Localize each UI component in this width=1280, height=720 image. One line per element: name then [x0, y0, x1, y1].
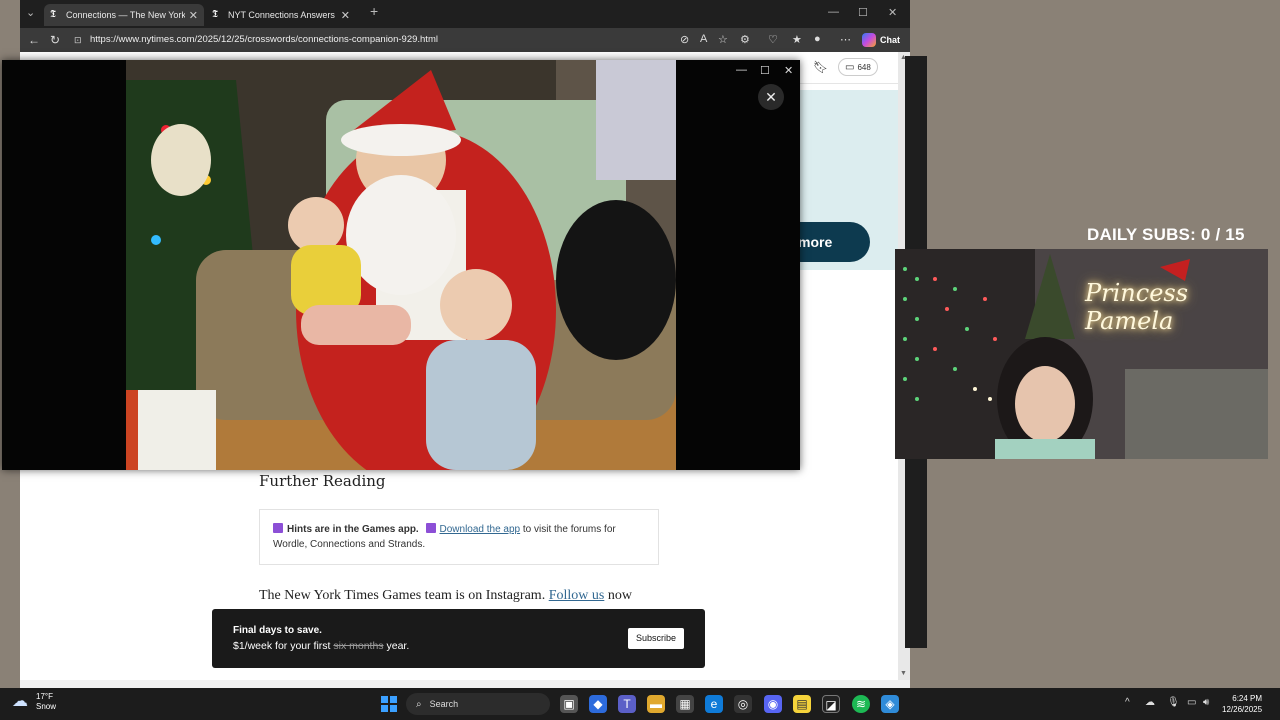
network-app-icon[interactable]: ☁: [1145, 697, 1155, 708]
close-tab-icon[interactable]: ✕: [341, 9, 350, 22]
system-clock[interactable]: 6:24 PM 12/26/2025: [1222, 693, 1262, 715]
obs-icon[interactable]: ◎: [734, 695, 752, 713]
read-aloud-icon[interactable]: A: [700, 33, 707, 45]
tab-nyt-answers[interactable]: 𝕿 NYT Connections Answers for December 2…: [206, 4, 356, 26]
tab-connections[interactable]: 𝕿 Connections — The New York Times ✕: [44, 4, 204, 26]
purple-square-icon: [273, 523, 283, 533]
weather-temp: 17°F: [36, 692, 53, 701]
tab-list-icon[interactable]: ⌄: [26, 6, 35, 19]
teams-icon[interactable]: T: [618, 695, 636, 713]
clock-time: 6:24 PM: [1232, 694, 1263, 703]
purple-square-icon: [425, 523, 436, 533]
subscribe-button[interactable]: Subscribe: [628, 628, 684, 649]
instagram-line: The New York Times Games team is on Inst…: [259, 588, 632, 604]
minimize-icon[interactable]: —: [828, 6, 839, 18]
santa-photo: [126, 60, 676, 470]
url-field[interactable]: ⊡ https://www.nytimes.com/2025/12/25/cro…: [74, 31, 674, 49]
new-tab-icon[interactable]: +: [370, 3, 378, 19]
extensions-icon[interactable]: ⚙: [740, 33, 750, 46]
search-placeholder: Search: [429, 699, 459, 709]
microphone-icon[interactable]: 🎙︎: [1167, 697, 1180, 708]
search-icon: ⌕: [416, 698, 422, 710]
taskbar: ☁ 17°F Snow ⌕ Search ▣ ◆ T ▬ ▦ e ◎ ◉ ▤ ◪…: [0, 688, 1280, 720]
insta-text: The New York Times Games team is on Inst…: [259, 588, 546, 603]
insta-text-end: now: [607, 588, 632, 603]
weather-widget[interactable]: ☁ 17°F Snow: [12, 692, 56, 712]
comments-button[interactable]: ▭ 648: [838, 58, 878, 76]
sale-title: Final days to save.: [233, 625, 322, 636]
address-bar: ← ↻ ⊡ https://www.nytimes.com/2025/12/25…: [20, 28, 910, 52]
close-window-icon[interactable]: ✕: [888, 6, 897, 19]
photo-maximize-icon[interactable]: ☐: [760, 64, 770, 77]
spotify-icon[interactable]: ≋: [852, 695, 870, 713]
weather-condition: Snow: [36, 702, 57, 711]
tab-title: NYT Connections Answers for December 25: [228, 10, 337, 20]
lightbox-close-button[interactable]: ✕: [758, 84, 784, 110]
maximize-icon[interactable]: ☐: [858, 6, 868, 19]
further-reading-heading: Further Reading: [259, 472, 386, 490]
close-tab-icon[interactable]: ✕: [189, 9, 198, 22]
store-icon[interactable]: ▦: [676, 695, 694, 713]
sale-banner: Final days to save. $1/week for your fir…: [212, 609, 705, 668]
download-app-link[interactable]: Download the app: [440, 524, 521, 535]
copilot-app-icon[interactable]: ◆: [589, 695, 607, 713]
task-view-icon[interactable]: ▣: [560, 695, 578, 713]
tracking-icon[interactable]: ⊘: [680, 33, 689, 46]
site-info-icon[interactable]: ⊡: [74, 31, 82, 49]
snow-cloud-icon: ☁: [12, 693, 28, 710]
photo-viewer-window: — ☐ ✕ ✕: [2, 60, 800, 470]
comment-bubble-icon: ▭: [845, 61, 855, 73]
sale-price: $1/week for your first six months year.: [233, 640, 409, 652]
price-text-end: year.: [386, 640, 410, 652]
start-button[interactable]: [381, 696, 397, 712]
bookmark-icon[interactable]: 🔖︎: [813, 60, 828, 74]
daily-subs-counter: DAILY SUBS: 0 / 15: [1087, 225, 1245, 244]
more-menu-icon[interactable]: ⋯: [840, 33, 851, 46]
photo-minimize-icon[interactable]: —: [736, 64, 747, 76]
nyt-favicon-icon: 𝕿: [212, 9, 219, 20]
capcut-icon[interactable]: ◪: [822, 695, 840, 713]
taskbar-search[interactable]: ⌕ Search: [406, 693, 550, 715]
clock-date: 12/26/2025: [1222, 705, 1263, 714]
hint-box: Hints are in the Games app. Download the…: [259, 509, 659, 565]
tab-bar: ⌄ 𝕿 Connections — The New York Times ✕ 𝕿…: [20, 0, 910, 28]
cam-neon-sign: Princess Pamela: [1085, 279, 1189, 335]
favorite-icon[interactable]: ☆: [718, 33, 728, 46]
scroll-down-icon[interactable]: ▼: [900, 670, 907, 677]
follow-us-link[interactable]: Follow us: [549, 588, 605, 603]
profile-icon[interactable]: ●: [814, 33, 821, 45]
price-text: $1/week for your first: [233, 640, 331, 652]
file-explorer-icon[interactable]: ▬: [647, 695, 665, 713]
url-text: https://www.nytimes.com/2025/12/25/cross…: [90, 34, 438, 45]
webcam-feed: Princess Pamela: [895, 249, 1268, 459]
price-strike: six months: [333, 640, 384, 652]
hint-bold: Hints are in the Games app.: [287, 524, 419, 535]
edge-icon[interactable]: e: [705, 695, 723, 713]
volume-icon[interactable]: 🔊︎: [1203, 697, 1209, 708]
display-icon[interactable]: ▭: [1187, 697, 1196, 708]
chat-label: Chat: [880, 35, 900, 45]
photo-close-window-icon[interactable]: ✕: [784, 64, 793, 77]
back-icon[interactable]: ←: [28, 33, 40, 47]
app-icon[interactable]: ◈: [881, 695, 899, 713]
browser-essentials-icon[interactable]: ♡: [768, 33, 778, 46]
copilot-icon: [862, 33, 876, 47]
discord-icon[interactable]: ◉: [764, 695, 782, 713]
copilot-chat-button[interactable]: Chat: [862, 31, 900, 49]
refresh-icon[interactable]: ↻: [50, 33, 60, 47]
tab-title: Connections — The New York Times: [66, 10, 185, 20]
comments-count: 648: [857, 62, 871, 72]
show-hidden-icons-icon[interactable]: ^: [1125, 697, 1130, 708]
favorites-icon[interactable]: ★: [792, 33, 802, 46]
nyt-favicon-icon: 𝕿: [50, 9, 57, 20]
sticky-notes-icon[interactable]: ▤: [793, 695, 811, 713]
